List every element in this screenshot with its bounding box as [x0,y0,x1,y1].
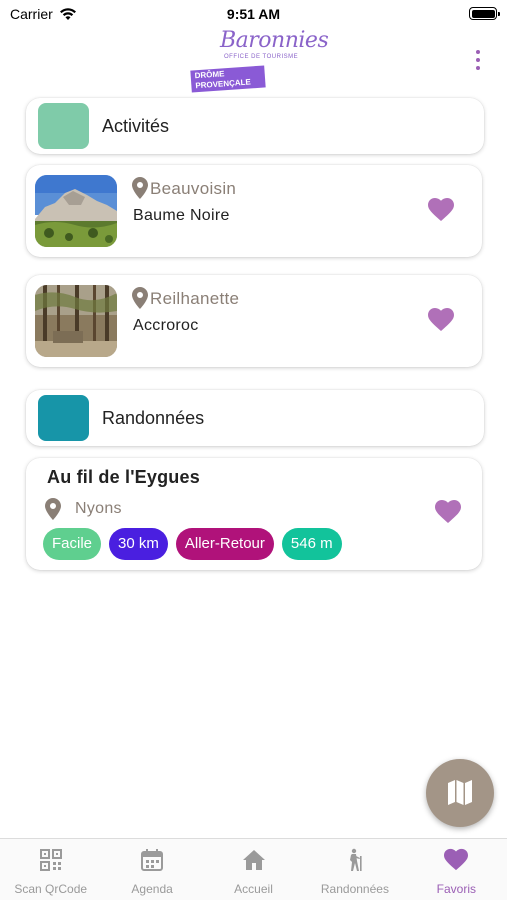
location-pin-icon [45,498,61,520]
section-color-swatch [38,103,89,149]
logo-band: DRÔME PROVENÇALE [190,65,266,93]
favorite-heart-icon[interactable] [435,500,461,524]
map-button[interactable] [426,759,494,827]
favorite-heart-icon[interactable] [428,308,454,332]
tab-label: Randonnées [320,882,389,896]
section-color-swatch [38,395,89,441]
tab-label: Scan QrCode [14,882,88,896]
map-icon [448,780,472,805]
tab-label: Agenda [131,882,173,896]
difficulty-tag: Facile [43,528,102,560]
tab-agenda[interactable]: Agenda [101,839,202,900]
section-header-randonnees[interactable]: Randonnées [26,390,484,446]
activity-title: Accroroc [133,317,199,334]
tab-favoris[interactable]: Favoris [406,839,507,900]
elevation-tag: 546 m [281,528,342,560]
home-icon [242,850,265,870]
hike-card[interactable]: Au fil de l'Eygues Nyons Facile 30 km Al… [26,458,482,570]
hiker-icon [349,848,362,871]
tab-accueil[interactable]: Accueil [203,839,304,900]
tab-scan-qrcode[interactable]: Scan QrCode [0,839,101,900]
logo-title: Baronnies [220,28,329,53]
hike-tags: Facile 30 km Aller-Retour 546 m [43,528,342,560]
tab-label: Accueil [234,882,273,896]
location-pin-icon [132,287,148,309]
tab-bar: Scan QrCode Agenda Accueil Randonnées Fa… [0,838,507,900]
activity-location: Beauvoisin [150,179,237,198]
status-time: 9:51 AM [226,6,281,22]
section-header-activites[interactable]: Activités [26,98,484,154]
activity-thumbnail [35,285,117,357]
activity-location: Reilhanette [150,289,240,308]
battery-icon [469,7,500,20]
logo-subtitle: OFFICE DE TOURISME [224,54,299,60]
activity-thumbnail [35,175,117,247]
qr-code-icon [39,849,62,871]
activity-card[interactable]: Beauvoisin Baume Noire [26,165,482,257]
status-bar: Carrier 9:51 AM [0,0,507,28]
tab-randonnees[interactable]: Randonnées [304,839,405,900]
heart-icon [444,848,469,871]
hike-title: Au fil de l'Eygues [47,467,200,487]
more-menu-icon[interactable] [475,50,481,70]
tab-label: Favoris [436,882,476,896]
app-logo: Baronnies OFFICE DE TOURISME DRÔME PROVE… [190,26,329,94]
activity-card[interactable]: Reilhanette Accroroc [26,275,482,367]
location-pin-icon [132,177,148,199]
hike-location: Nyons [75,500,122,517]
favorite-heart-icon[interactable] [428,198,454,222]
section-title: Randonnées [102,408,205,428]
calendar-icon [141,849,164,871]
activity-title: Baume Noire [133,207,230,224]
distance-tag: 30 km [109,528,168,560]
route-type-tag: Aller-Retour [175,528,274,560]
section-title: Activités [102,116,170,136]
